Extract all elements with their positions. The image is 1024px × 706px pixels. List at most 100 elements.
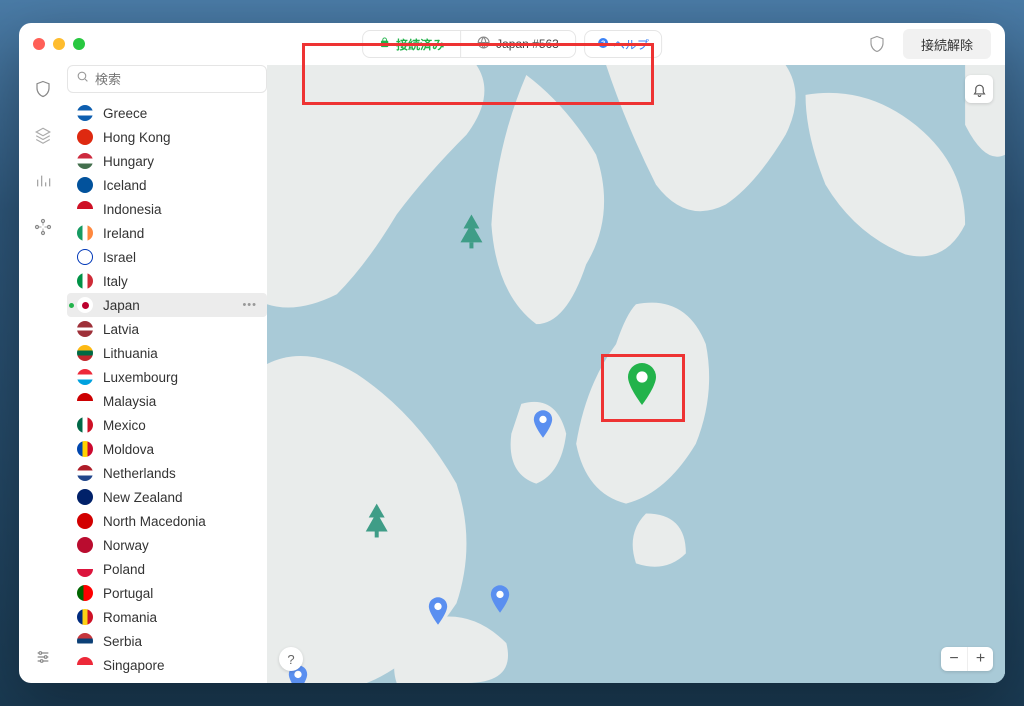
country-label: Japan [103, 298, 140, 313]
flag-icon [77, 201, 93, 217]
notifications-button[interactable] [965, 75, 993, 103]
map-pin[interactable] [532, 410, 554, 438]
country-label: Israel [103, 250, 136, 265]
connection-status: 接続済み [363, 31, 460, 57]
flag-icon [77, 633, 93, 649]
country-item-japan[interactable]: Japan ••• [67, 293, 267, 317]
window-controls [33, 38, 85, 50]
flag-icon [77, 105, 93, 121]
country-label: Indonesia [103, 202, 162, 217]
country-label: Moldova [103, 442, 154, 457]
flag-icon [77, 177, 93, 193]
country-item-malaysia[interactable]: Malaysia [67, 389, 267, 413]
country-label: Netherlands [103, 466, 176, 481]
flag-icon [77, 609, 93, 625]
flag-icon [77, 513, 93, 529]
help-icon: ? [597, 37, 609, 52]
map[interactable]: ? − + [267, 65, 1005, 683]
zoom-out-button[interactable]: − [941, 647, 967, 671]
country-item-latvia[interactable]: Latvia [67, 317, 267, 341]
country-item-romania[interactable]: Romania [67, 605, 267, 629]
map-pin[interactable] [489, 585, 511, 613]
country-item-italy[interactable]: Italy [67, 269, 267, 293]
country-label: Slovakia [103, 682, 154, 684]
flag-icon [77, 321, 93, 337]
maximize-window-button[interactable] [73, 38, 85, 50]
country-label: Poland [103, 562, 145, 577]
country-item-serbia[interactable]: Serbia [67, 629, 267, 653]
country-item-greece[interactable]: Greece [67, 101, 267, 125]
nav-stats-icon[interactable] [31, 169, 55, 193]
map-help-button[interactable]: ? [279, 647, 303, 671]
nav-shield-icon[interactable] [31, 77, 55, 101]
body: Greece Hong Kong Hungary Iceland Indonesia Ir… [19, 65, 1005, 683]
country-label: Hungary [103, 154, 154, 169]
map-pin[interactable] [427, 597, 449, 625]
country-item-ireland[interactable]: Ireland [67, 221, 267, 245]
country-sidebar: Greece Hong Kong Hungary Iceland Indonesia Ir… [67, 65, 267, 683]
flag-icon [77, 297, 93, 313]
flag-icon [77, 657, 93, 673]
flag-icon [77, 489, 93, 505]
country-item-mexico[interactable]: Mexico [67, 413, 267, 437]
flag-icon [77, 249, 93, 265]
country-item-new-zealand[interactable]: New Zealand [67, 485, 267, 509]
country-label: Portugal [103, 586, 153, 601]
country-label: Serbia [103, 634, 142, 649]
country-item-moldova[interactable]: Moldova [67, 437, 267, 461]
search-box[interactable] [67, 65, 267, 93]
disconnect-button[interactable]: 接続解除 [903, 29, 991, 59]
country-item-luxembourg[interactable]: Luxembourg [67, 365, 267, 389]
country-label: Iceland [103, 178, 147, 193]
current-server[interactable]: Japan #563 [460, 31, 575, 57]
flag-icon [77, 465, 93, 481]
country-item-portugal[interactable]: Portugal [67, 581, 267, 605]
country-item-singapore[interactable]: Singapore [67, 653, 267, 677]
flag-icon [77, 417, 93, 433]
country-item-indonesia[interactable]: Indonesia [67, 197, 267, 221]
left-nav-rail [19, 65, 67, 683]
search-icon [76, 70, 89, 88]
country-item-hong-kong[interactable]: Hong Kong [67, 125, 267, 149]
server-label: Japan #563 [496, 37, 559, 51]
zoom-in-button[interactable]: + [967, 647, 993, 671]
country-item-israel[interactable]: Israel [67, 245, 267, 269]
flag-icon [77, 225, 93, 241]
country-item-north-macedonia[interactable]: North Macedonia [67, 509, 267, 533]
titlebar: 接続済み Japan #563 ? ヘルプ 接続解除 [19, 23, 1005, 65]
flag-icon [77, 393, 93, 409]
threat-protection-button[interactable] [863, 30, 891, 58]
app-window: 接続済み Japan #563 ? ヘルプ 接続解除 [19, 23, 1005, 683]
country-label: Malaysia [103, 394, 156, 409]
nav-mesh-icon[interactable] [31, 215, 55, 239]
country-item-hungary[interactable]: Hungary [67, 149, 267, 173]
country-label: Greece [103, 106, 147, 121]
nav-settings-icon[interactable] [31, 645, 55, 669]
flag-icon [77, 681, 93, 683]
help-link[interactable]: ? ヘルプ [584, 30, 662, 58]
flag-icon [77, 345, 93, 361]
country-item-slovakia[interactable]: Slovakia [67, 677, 267, 683]
titlebar-right: 接続解除 [863, 29, 991, 59]
country-list[interactable]: Greece Hong Kong Hungary Iceland Indonesia Ir… [67, 101, 267, 683]
country-label: Italy [103, 274, 128, 289]
country-label: Latvia [103, 322, 139, 337]
country-item-iceland[interactable]: Iceland [67, 173, 267, 197]
country-item-norway[interactable]: Norway [67, 533, 267, 557]
search-input[interactable] [95, 72, 271, 87]
titlebar-center: 接続済み Japan #563 ? ヘルプ [362, 30, 662, 58]
country-item-poland[interactable]: Poland [67, 557, 267, 581]
close-window-button[interactable] [33, 38, 45, 50]
map-pin-connected[interactable] [625, 363, 659, 405]
minimize-window-button[interactable] [53, 38, 65, 50]
nav-layers-icon[interactable] [31, 123, 55, 147]
country-label: Norway [103, 538, 149, 553]
country-item-lithuania[interactable]: Lithuania [67, 341, 267, 365]
flag-icon [77, 129, 93, 145]
more-icon[interactable]: ••• [242, 299, 257, 311]
status-text: 接続済み [396, 36, 444, 53]
country-label: Singapore [103, 658, 165, 673]
country-label: North Macedonia [103, 514, 206, 529]
country-item-netherlands[interactable]: Netherlands [67, 461, 267, 485]
flag-icon [77, 369, 93, 385]
